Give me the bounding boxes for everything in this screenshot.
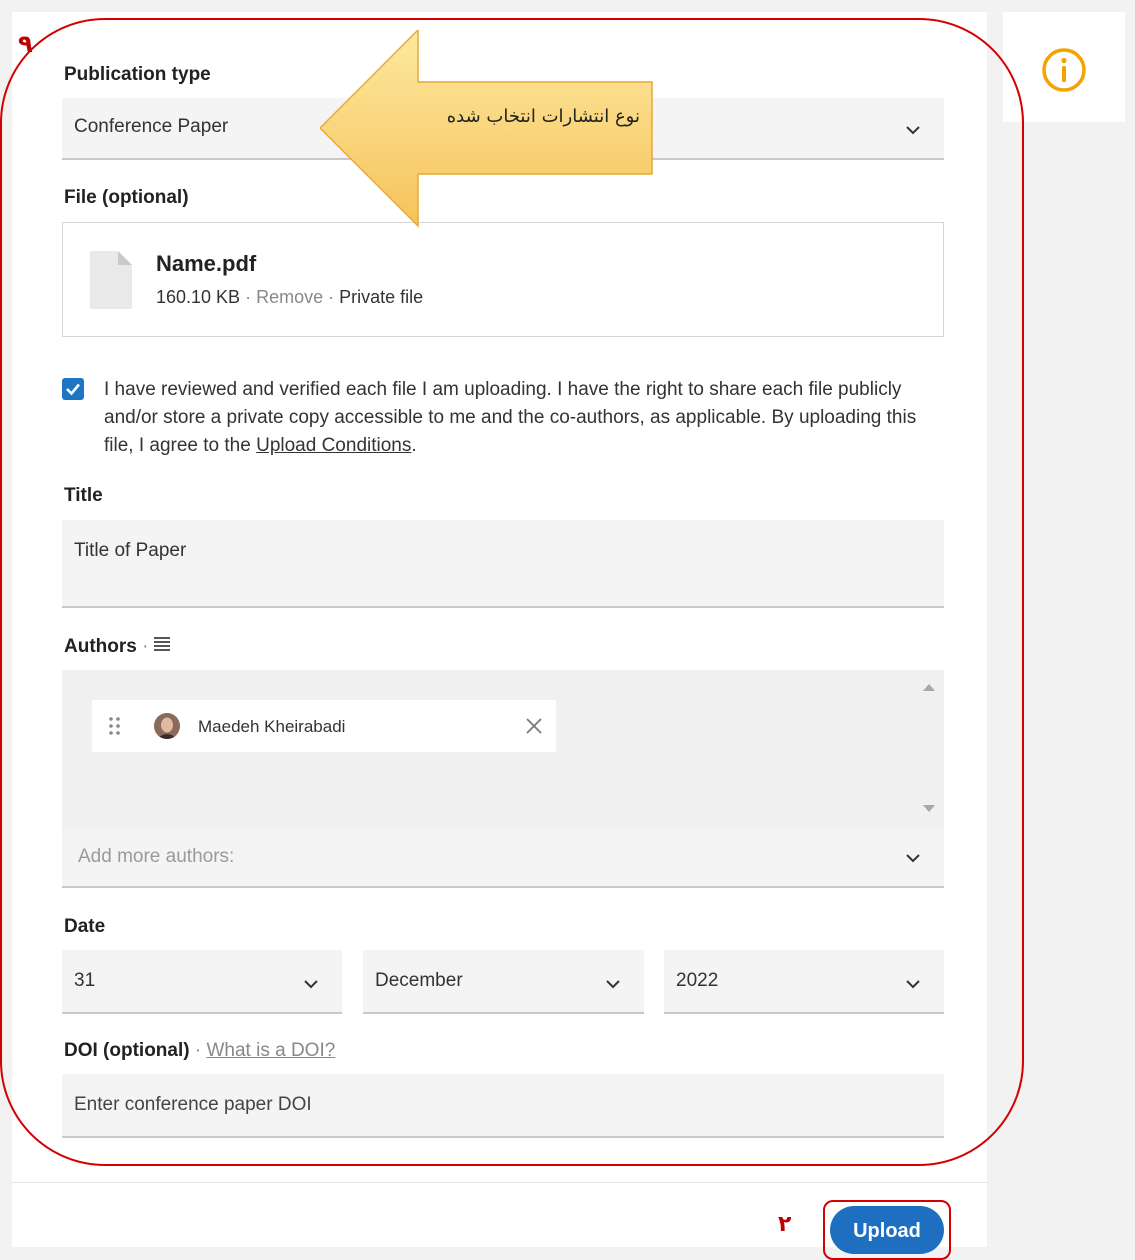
arrow-annotation	[320, 30, 653, 228]
annotation-number-upload: ۲	[778, 1212, 792, 1237]
annotation-number-frame: ۹	[18, 30, 33, 58]
arrow-annotation-label: نوع انتشارات انتخاب شده	[446, 106, 640, 127]
info-icon[interactable]	[1041, 47, 1087, 93]
footer-divider	[12, 1182, 987, 1183]
